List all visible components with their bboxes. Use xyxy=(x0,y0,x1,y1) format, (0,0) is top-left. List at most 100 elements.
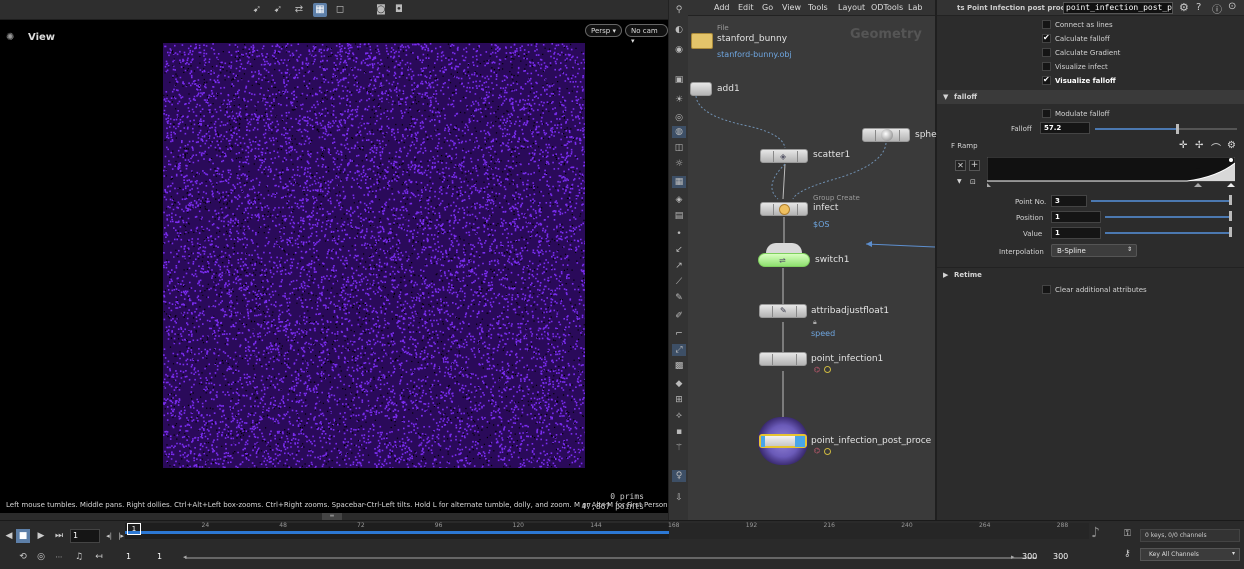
paint-icon[interactable]: ✐ xyxy=(672,310,686,322)
render-icon[interactable]: ◘ xyxy=(392,3,406,17)
visualize-falloff-checkbox[interactable] xyxy=(1042,75,1051,85)
sphere-node-name[interactable]: sphe xyxy=(915,130,937,140)
switch-node-name[interactable]: switch1 xyxy=(815,255,849,265)
audio-scrub-icon[interactable]: ♪ xyxy=(1091,525,1100,541)
scatter-node[interactable]: ◈ xyxy=(760,149,808,163)
view-tool-icon[interactable]: ▦ xyxy=(313,3,327,17)
ramp-settings-icon[interactable]: ⚙ xyxy=(1227,140,1236,151)
camera-menu[interactable]: No cam ▾ xyxy=(625,24,668,45)
delete-ramp-point-icon[interactable]: ✕ xyxy=(955,160,966,171)
wand-icon[interactable]: ⚚ xyxy=(672,442,686,454)
position-knob[interactable] xyxy=(1229,211,1232,221)
handle-tool-icon[interactable]: ⇄ xyxy=(292,3,306,17)
value-field[interactable]: 1 xyxy=(1051,227,1101,239)
point-no-slider[interactable] xyxy=(1091,200,1231,202)
viewport-splitter-handle[interactable]: ▬ xyxy=(322,513,342,520)
point-infection-node[interactable] xyxy=(759,352,807,366)
bone-icon[interactable]: ⊞ xyxy=(672,394,686,406)
range-start-field-2[interactable]: 1 xyxy=(157,552,162,561)
menu-lab[interactable]: Lab xyxy=(908,3,922,12)
object-mode-icon[interactable]: ◆ xyxy=(672,378,686,390)
lights-icon[interactable]: ☀ xyxy=(672,94,686,106)
calc-gradient-checkbox[interactable] xyxy=(1042,48,1051,57)
key-all-channels-button[interactable]: Key All Channels ▾ xyxy=(1140,548,1240,561)
point-infection-post-node[interactable] xyxy=(759,434,807,448)
scroll-down-icon[interactable]: ⇩ xyxy=(672,492,686,504)
point-no-knob[interactable] xyxy=(1229,195,1232,205)
move-ramp-icon[interactable]: ✢ xyxy=(1195,140,1203,151)
realtime-icon[interactable]: ⟲ xyxy=(16,550,30,564)
scatter-node-name[interactable]: scatter1 xyxy=(813,150,850,160)
menu-layout[interactable]: Layout xyxy=(838,3,865,12)
grid-icon[interactable]: ▦ xyxy=(672,176,686,188)
lock-icon[interactable]: ▣ xyxy=(672,74,686,86)
node-name-field[interactable]: point_infection_post_pr xyxy=(1063,2,1173,14)
position-slider[interactable] xyxy=(1105,216,1231,218)
camera-mode-menu[interactable]: Persp ▾ xyxy=(585,24,622,37)
menu-odtools[interactable]: ODTools xyxy=(871,3,903,12)
gear-icon[interactable]: ⚙ xyxy=(1179,1,1189,14)
calc-falloff-checkbox[interactable] xyxy=(1042,33,1051,43)
range-right-handle[interactable]: ▸ xyxy=(1011,553,1015,561)
scene-viewport[interactable]: ✺ View Persp ▾ No cam ▾ Left mouse tumbl… xyxy=(0,20,710,513)
point-no-field[interactable]: 3 xyxy=(1051,195,1087,207)
file-node-name[interactable]: stanford_bunny xyxy=(717,34,787,44)
bulb-icon[interactable]: ♀ xyxy=(672,470,686,482)
range-start-field[interactable]: 1 xyxy=(126,552,131,561)
value-slider[interactable] xyxy=(1105,232,1231,234)
range-slider[interactable] xyxy=(185,557,1037,559)
add-ramp-point-icon[interactable]: ✛ xyxy=(1179,140,1187,151)
keys-icon[interactable]: ⚿ xyxy=(1124,529,1131,539)
menu-view[interactable]: View xyxy=(782,3,801,12)
add-node-name[interactable]: add1 xyxy=(717,84,740,94)
clear-attribs-checkbox[interactable] xyxy=(1042,285,1051,294)
brush-icon[interactable]: ✎ xyxy=(672,292,686,304)
eye-icon[interactable]: ◉ xyxy=(672,44,686,56)
range-icon[interactable]: ↤ xyxy=(92,550,106,564)
point-infection-post-node-name[interactable]: point_infection_post_proce xyxy=(811,436,931,446)
ramp-collapse-icon[interactable]: ▼ xyxy=(957,178,962,185)
range-end-field[interactable]: 300 xyxy=(1022,552,1037,561)
range-end-field-2[interactable]: 300 xyxy=(1053,552,1068,561)
normals-icon[interactable]: ↙ xyxy=(672,244,686,256)
info-icon[interactable]: ⓘ xyxy=(1212,1,1222,16)
vector-icon[interactable]: ↗ xyxy=(672,260,686,272)
falloff-slider-knob[interactable] xyxy=(1175,124,1179,134)
position-field[interactable]: 1 xyxy=(1051,211,1101,223)
light-bulb-icon[interactable]: ☼ xyxy=(672,158,686,170)
connect-lines-checkbox[interactable] xyxy=(1042,20,1051,29)
falloff-field[interactable]: 57.2 xyxy=(1040,122,1090,134)
retime-section-header[interactable]: ▶ Retime xyxy=(937,267,1244,281)
menu-edit[interactable]: Edit xyxy=(738,3,754,12)
pin-icon[interactable]: ⚲ xyxy=(672,4,686,16)
select-mode-icon[interactable]: ▩ xyxy=(672,360,686,372)
loop-icon[interactable]: ◎ xyxy=(34,550,48,564)
skeleton-icon[interactable]: ⟡ xyxy=(672,410,686,422)
audio-icon[interactable]: ♫ xyxy=(72,550,86,564)
move-tool-icon[interactable]: ➹ xyxy=(271,3,285,17)
attribadjust-node[interactable]: ✎ xyxy=(759,304,807,318)
frame-icon[interactable]: ⌐ xyxy=(672,328,686,340)
falloff-ramp-graph[interactable] xyxy=(987,157,1235,189)
falloff-section-header[interactable]: ▼ falloff xyxy=(937,90,1244,104)
file-node[interactable] xyxy=(691,33,713,49)
pin-params-icon[interactable]: ⊙ xyxy=(1228,1,1236,12)
display-icon[interactable]: ◍ xyxy=(672,126,686,138)
select-tool-icon[interactable]: ➹ xyxy=(250,3,264,17)
menu-go[interactable]: Go xyxy=(762,3,773,12)
shading-icon[interactable]: ◐ xyxy=(672,24,686,36)
snap-icon[interactable]: ◻ xyxy=(333,3,347,17)
stop-icon[interactable]: ▪ xyxy=(672,426,686,438)
ghost-icon[interactable]: ◎ xyxy=(672,112,686,124)
modulate-falloff-checkbox[interactable] xyxy=(1042,109,1051,118)
ramp-link-icon[interactable]: ⊡ xyxy=(970,178,976,186)
key-icon[interactable]: ⚷ xyxy=(1124,549,1131,559)
switch-node[interactable]: ⇌ xyxy=(758,253,810,267)
snap-grid-icon[interactable]: ⤢ xyxy=(672,344,686,356)
camera-small-icon[interactable]: ◫ xyxy=(672,142,686,154)
value-knob[interactable] xyxy=(1229,227,1232,237)
range-left-handle[interactable]: ◂ xyxy=(183,553,187,561)
attribadjust-node-name[interactable]: attribadjustfloat1 xyxy=(811,306,889,316)
point-display-icon[interactable]: • xyxy=(672,228,686,240)
geo-icon[interactable]: ◈ xyxy=(672,194,686,206)
